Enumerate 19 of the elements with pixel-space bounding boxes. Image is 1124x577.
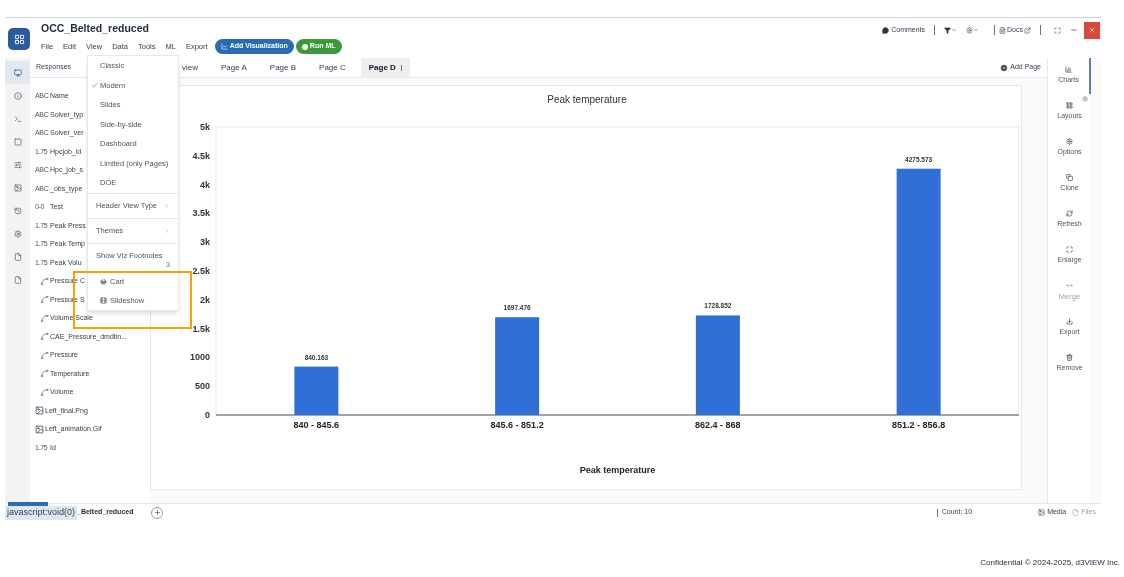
y-tick-label: 2.5k <box>192 266 210 276</box>
x-axis-title: Peak temperature <box>579 465 656 475</box>
chart-title: Peak temperature <box>547 94 627 105</box>
y-tick-label: 3k <box>200 237 210 248</box>
copyright-footer: Confidential © 2024-2025, d3VIEW Inc. <box>980 557 1120 569</box>
x-tick-label: 862.4 - 868 <box>695 420 741 430</box>
y-tick-label: 0 <box>205 410 210 420</box>
y-tick-label: 5k <box>200 122 210 132</box>
y-tick-label: 4.5k <box>192 150 210 161</box>
y-tick-label: 3.5k <box>192 208 210 219</box>
y-tick-label: 500 <box>194 381 210 392</box>
y-tick-label: 1000 <box>189 352 210 363</box>
y-tick-label: 1.5k <box>192 323 210 334</box>
x-tick-label: 845.6 - 851.2 <box>490 420 544 430</box>
window-title: OCC_Belted_reduced <box>41 22 150 34</box>
x-tick-label: 840 - 845.6 <box>293 420 340 430</box>
y-tick-label: 2k <box>200 294 210 305</box>
y-tick-label: 4k <box>200 179 210 190</box>
x-tick-label: 851.2 - 856.8 <box>892 420 946 430</box>
